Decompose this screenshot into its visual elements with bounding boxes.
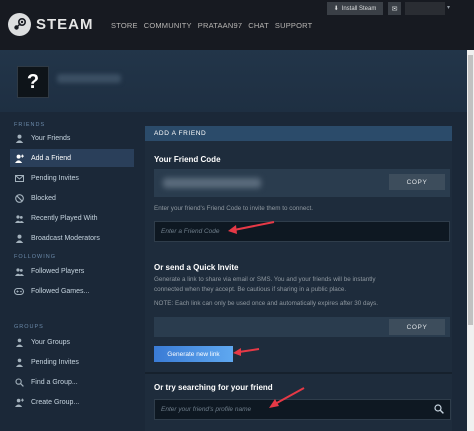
sidebar-item-broadcast-moderators[interactable]: Broadcast Moderators	[10, 229, 134, 247]
download-icon: ⬇	[333, 6, 339, 12]
main-nav: STORE COMMUNITY PRATAAN97 CHAT SUPPORT	[111, 21, 312, 30]
avatar[interactable]: ?	[17, 66, 49, 98]
blocked-icon	[14, 193, 24, 203]
group-icon	[14, 357, 24, 367]
friend-search-placeholder: Enter your friend's profile name	[161, 406, 252, 413]
generate-new-link-button[interactable]: Generate new link	[154, 346, 233, 362]
friend-search-input[interactable]: Enter your friend's profile name	[154, 399, 451, 420]
friend-code-title: Your Friend Code	[154, 155, 221, 164]
quick-invite-desc-line-1: Generate a link to share via email or SM…	[154, 276, 376, 283]
sidebar-item-label: Find a Group...	[31, 378, 78, 386]
quick-invite-desc-line-2: connected when they accept. Be cautious …	[154, 286, 347, 293]
search-icon	[14, 377, 24, 387]
friend-code-placeholder: Enter a Friend Code	[161, 228, 220, 235]
nav-support[interactable]: SUPPORT	[275, 21, 313, 30]
create-group-icon	[14, 397, 24, 407]
sidebar-item-label: Create Group...	[31, 398, 80, 406]
search-icon[interactable]	[434, 404, 444, 416]
notifications-button[interactable]: ✉	[388, 2, 401, 15]
steam-logo[interactable]: STEAM	[8, 13, 94, 36]
sidebar-item-find-a-group[interactable]: Find a Group...	[10, 373, 134, 391]
sidebar-item-blocked[interactable]: Blocked	[10, 189, 134, 207]
brand-name: STEAM	[36, 16, 94, 33]
friend-code-input[interactable]: Enter a Friend Code	[154, 221, 450, 242]
sidebar-item-label: Your Groups	[31, 338, 71, 346]
sidebar-item-label: Broadcast Moderators	[31, 234, 100, 242]
nav-community[interactable]: COMMUNITY	[144, 21, 192, 30]
sidebar-item-label: Followed Games...	[31, 287, 90, 295]
people-icon	[14, 266, 24, 276]
copy-invite-link-button[interactable]: COPY	[389, 319, 445, 335]
sidebar-item-your-groups[interactable]: Your Groups	[10, 333, 134, 351]
sidebar-item-followed-players[interactable]: Followed Players	[10, 262, 134, 280]
envelope-icon	[14, 173, 24, 183]
person-icon	[14, 133, 24, 143]
nav-chat[interactable]: CHAT	[248, 21, 269, 30]
recent-icon	[14, 213, 24, 223]
gamepad-icon	[14, 286, 24, 296]
sidebar-heading-following: FOLLOWING	[14, 254, 57, 260]
copy-friend-code-button[interactable]: COPY	[389, 174, 445, 190]
sidebar-item-label: Pending Invites	[31, 358, 79, 366]
sidebar-item-add-a-friend[interactable]: Add a Friend	[10, 149, 134, 167]
sidebar-item-recently-played[interactable]: Recently Played With	[10, 209, 134, 227]
steam-logo-icon	[8, 13, 31, 36]
sidebar-item-create-group[interactable]: Create Group...	[10, 393, 134, 411]
envelope-icon: ✉	[391, 5, 398, 13]
sidebar-item-label: Your Friends	[31, 134, 71, 142]
sidebar-item-label: Add a Friend	[31, 154, 72, 162]
top-bar: STEAM STORE COMMUNITY PRATAAN97 CHAT SUP…	[0, 0, 474, 50]
friend-code-hint: Enter your friend's Friend Code to invit…	[154, 205, 314, 212]
section-divider	[145, 372, 452, 374]
add-person-icon	[14, 153, 24, 163]
generate-label: Generate new link	[167, 350, 220, 358]
panel-header: ADD A FRIEND	[145, 126, 452, 141]
sidebar-heading-groups: GROUPS	[14, 324, 44, 330]
sidebar-item-your-friends[interactable]: Your Friends	[10, 129, 134, 147]
group-icon	[14, 337, 24, 347]
quick-invite-title: Or send a Quick Invite	[154, 263, 239, 272]
sidebar-item-label: Recently Played With	[31, 214, 98, 222]
copy-label: COPY	[406, 178, 428, 186]
sidebar-item-label: Blocked	[31, 194, 56, 202]
nav-store[interactable]: STORE	[111, 21, 138, 30]
search-title: Or try searching for your friend	[154, 383, 273, 392]
sidebar-item-group-pending-invites[interactable]: Pending Invites	[10, 353, 134, 371]
sidebar-item-followed-games[interactable]: Followed Games...	[10, 282, 134, 300]
chevron-down-icon[interactable]: ▾	[447, 4, 450, 11]
scrollbar-thumb[interactable]	[468, 55, 473, 325]
friend-code-value-redacted	[163, 178, 261, 188]
sidebar-heading-friends: FRIENDS	[14, 122, 46, 128]
sidebar-item-label: Followed Players	[31, 267, 85, 275]
moderator-icon	[14, 233, 24, 243]
sidebar-item-label: Pending Invites	[31, 174, 79, 182]
install-steam-label: Install Steam	[341, 5, 377, 12]
panel-title: ADD A FRIEND	[154, 130, 207, 137]
install-steam-button[interactable]: ⬇ Install Steam	[327, 2, 383, 15]
account-menu-button[interactable]	[405, 2, 445, 15]
copy-label: COPY	[406, 323, 428, 331]
profile-name-redacted	[57, 74, 121, 83]
nav-profile[interactable]: PRATAAN97	[198, 21, 242, 30]
sidebar-item-pending-invites[interactable]: Pending Invites	[10, 169, 134, 187]
quick-invite-note: NOTE: Each link can only be used once an…	[154, 300, 379, 307]
